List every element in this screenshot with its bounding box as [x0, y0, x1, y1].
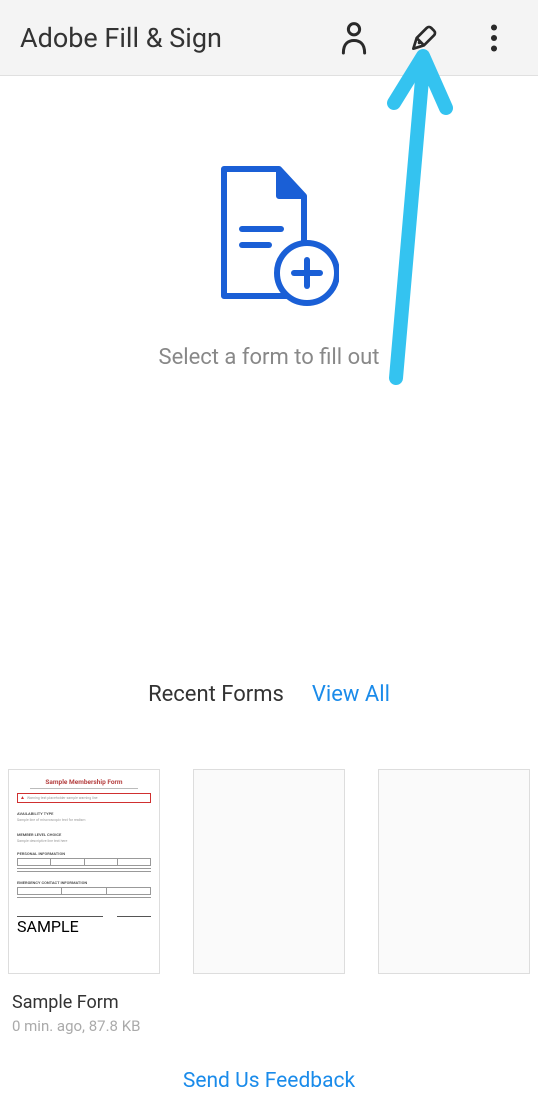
form-card-meta: 0 min. ago, 87.8 KB [8, 1017, 160, 1035]
pen-icon[interactable] [408, 22, 440, 54]
recent-section: Recent Forms View All Sample Membership … [0, 682, 538, 1035]
sample-doc-title: Sample Membership Form [17, 778, 151, 786]
form-card-empty[interactable] [378, 769, 530, 1035]
app-title: Adobe Fill & Sign [20, 22, 338, 54]
watermark: SAMPLE [17, 917, 151, 936]
recent-header: Recent Forms View All [148, 682, 390, 707]
form-card-label: Sample Form [8, 992, 160, 1013]
profile-icon[interactable] [338, 22, 370, 54]
header-actions [338, 22, 518, 54]
more-icon[interactable] [478, 22, 510, 54]
form-thumbnail-empty [378, 769, 530, 974]
main-area: Select a form to fill out Recent Forms V… [0, 76, 538, 1035]
add-form-icon[interactable] [199, 161, 339, 311]
feedback-link[interactable]: Send Us Feedback [0, 1069, 538, 1093]
form-card-row: Sample Membership Form Warning text plac… [0, 769, 538, 1035]
view-all-link[interactable]: View All [312, 682, 390, 707]
form-thumbnail-empty [193, 769, 345, 974]
app-header: Adobe Fill & Sign [0, 0, 538, 76]
prompt-text: Select a form to fill out [159, 345, 380, 370]
form-card-empty[interactable] [193, 769, 345, 1035]
form-card[interactable]: Sample Membership Form Warning text plac… [8, 769, 160, 1035]
form-thumbnail: Sample Membership Form Warning text plac… [8, 769, 160, 974]
recent-title: Recent Forms [148, 682, 284, 707]
